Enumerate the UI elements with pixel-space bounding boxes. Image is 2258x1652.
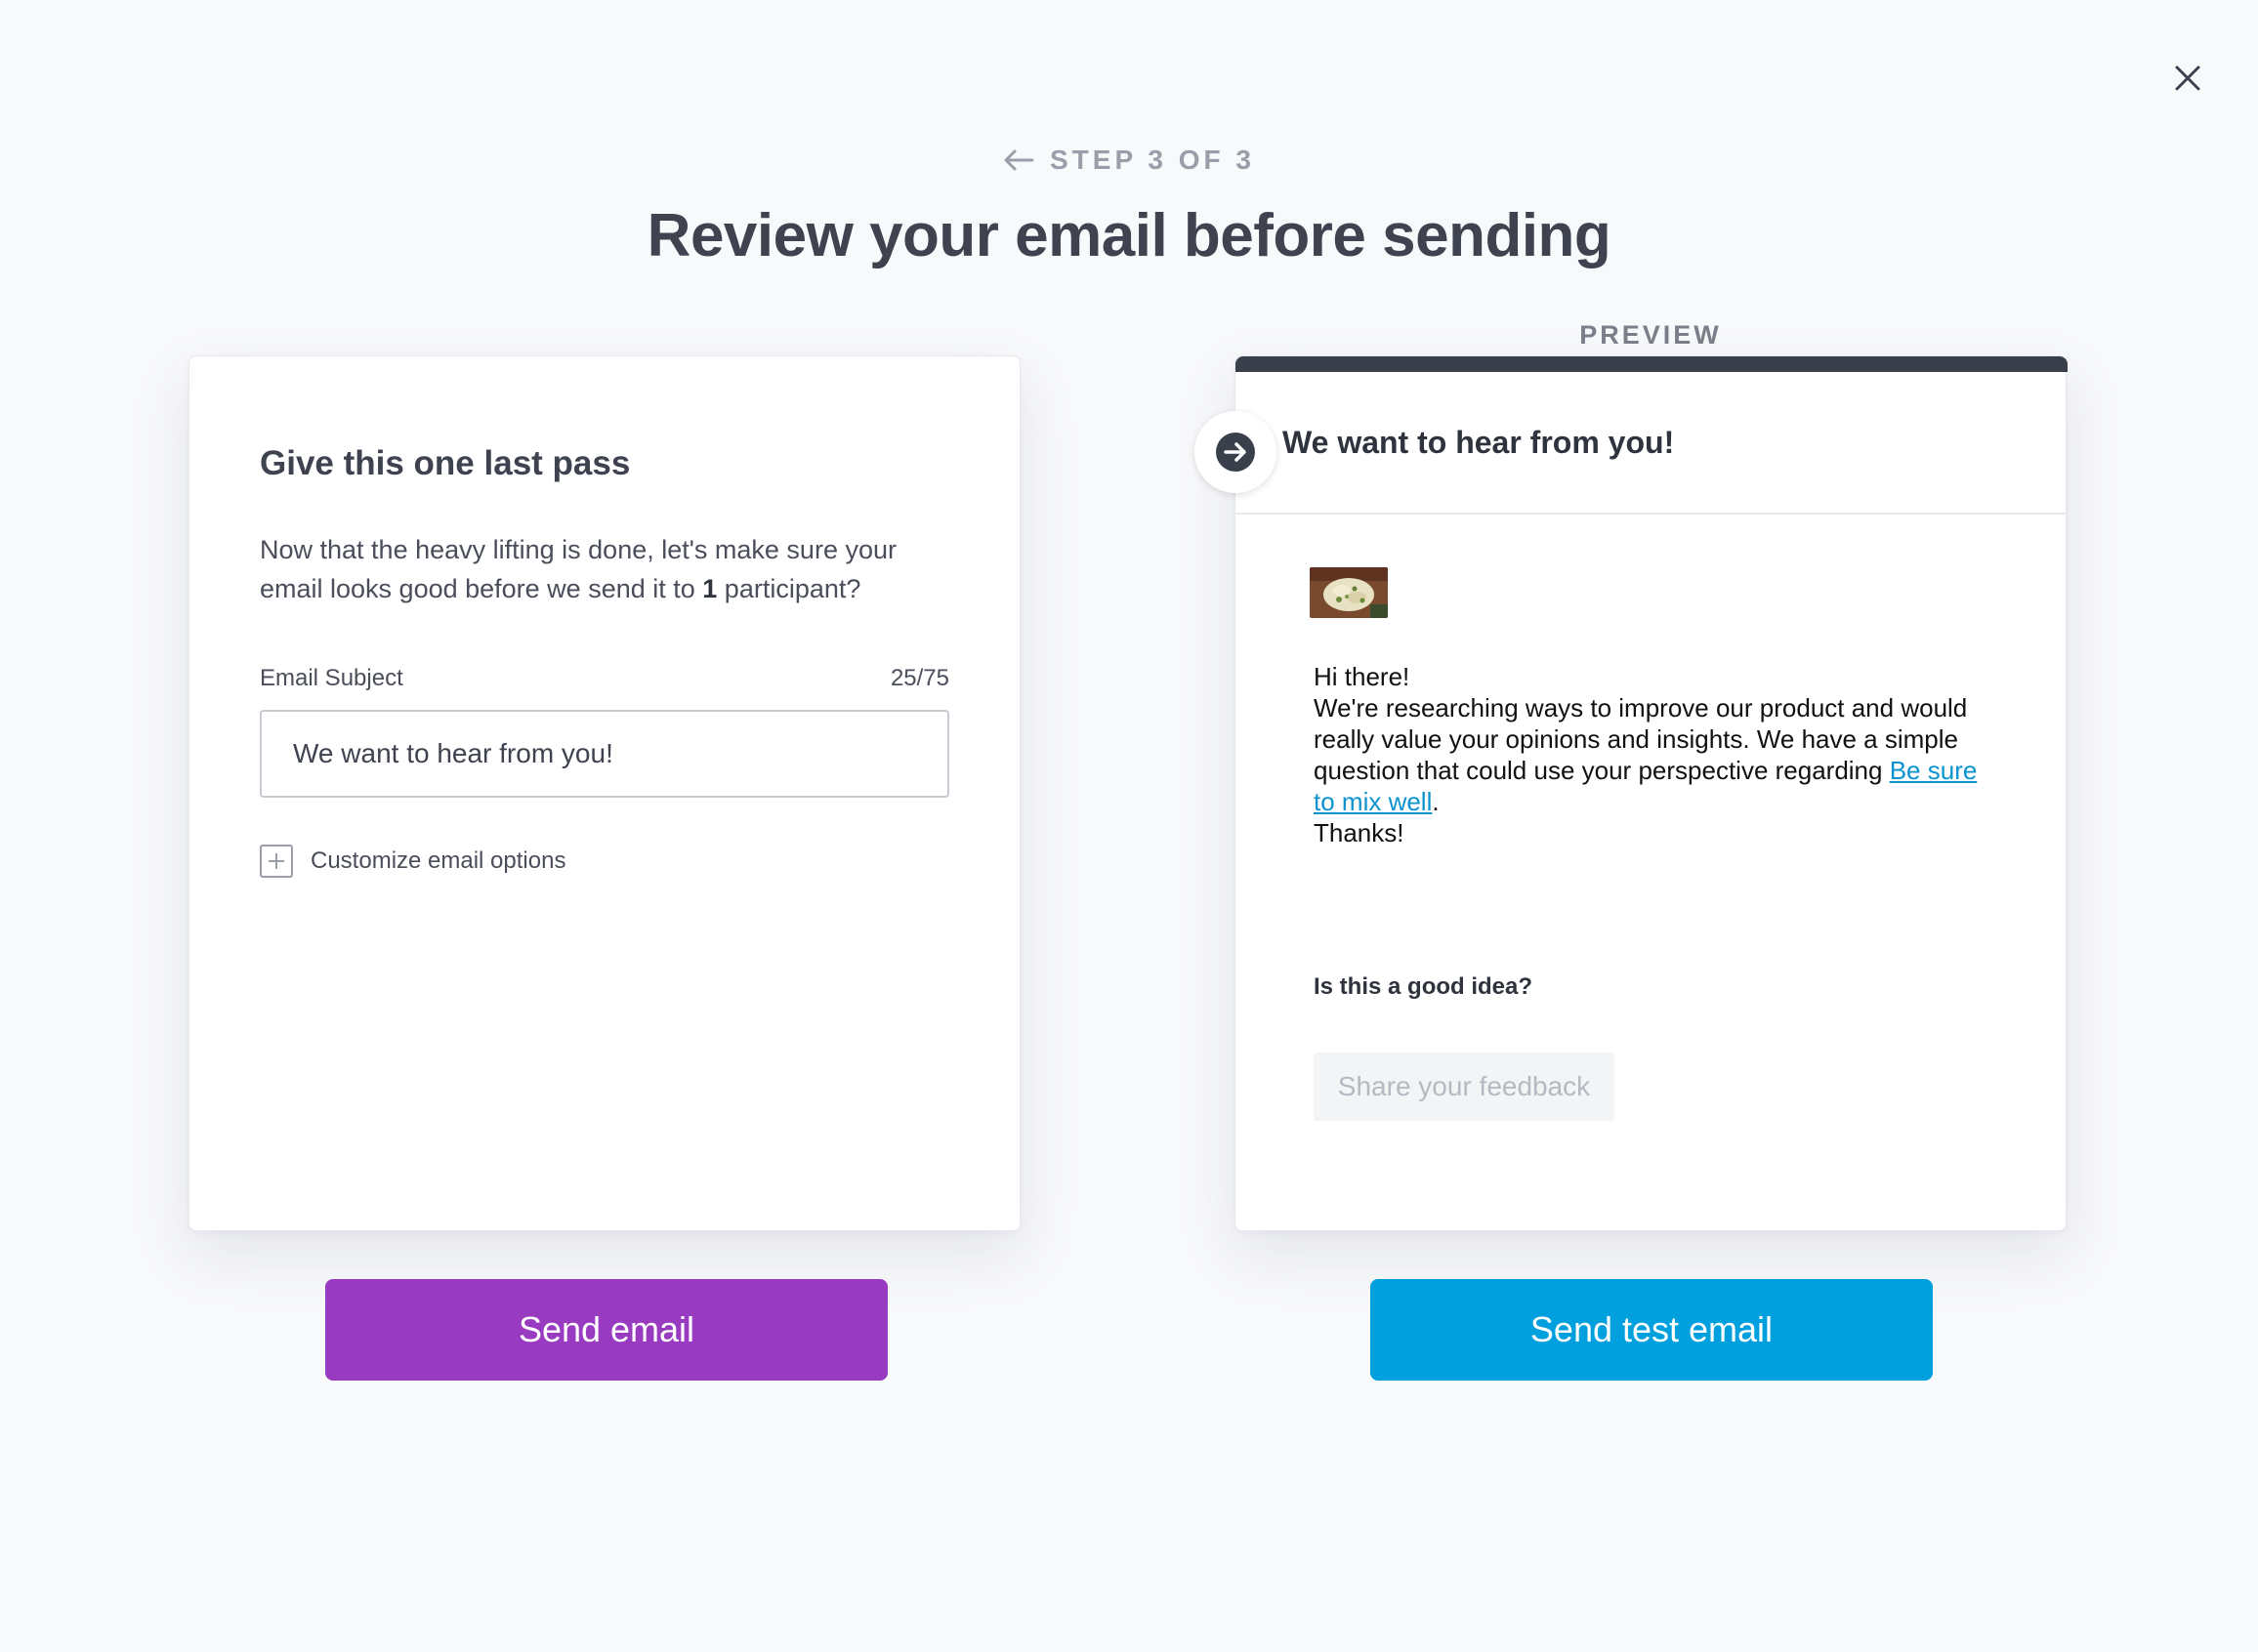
preview-subject: We want to hear from you!	[1282, 425, 1675, 460]
send-email-button[interactable]: Send email	[325, 1279, 888, 1381]
close-icon	[2175, 65, 2200, 91]
email-body: Hi there! We're researching ways to impr…	[1314, 661, 1997, 848]
arrow-left-icon	[1004, 149, 1034, 171]
back-button[interactable]	[1003, 148, 1034, 172]
preview-subject-row: We want to hear from you!	[1194, 372, 2068, 515]
editor-heading: Give this one last pass	[260, 444, 631, 482]
subject-badge	[1194, 411, 1276, 493]
preview-label: PREVIEW	[1579, 320, 1722, 350]
character-count: 25/75	[890, 665, 949, 691]
body-text-end: .	[1432, 787, 1440, 816]
share-feedback-button[interactable]: Share your feedback	[1314, 1053, 1614, 1121]
body-paragraph: We're researching ways to improve our pr…	[1314, 692, 1997, 817]
review-email-page: STEP 3 OF 3 Review your email before sen…	[0, 0, 2258, 1652]
email-subject-input[interactable]	[260, 710, 949, 798]
question-text: Is this a good idea?	[1314, 973, 1533, 1000]
step-indicator: STEP 3 OF 3	[0, 145, 2258, 176]
participant-count: 1	[702, 574, 718, 603]
plus-icon	[260, 845, 293, 878]
email-editor-card: Give this one last pass Now that the hea…	[188, 355, 1021, 1231]
customize-options-toggle[interactable]: Customize email options	[260, 845, 565, 878]
page-title: Review your email before sending	[647, 202, 1611, 269]
editor-description: Now that the heavy lifting is done, let'…	[260, 530, 963, 608]
body-text: We're researching ways to improve our pr…	[1314, 693, 1968, 785]
sign-off: Thanks!	[1314, 818, 1404, 847]
preview-top-bar	[1235, 356, 2068, 372]
arrow-right-circle-icon	[1216, 433, 1255, 472]
step-label: STEP 3 OF 3	[1050, 145, 1255, 175]
greeting: Hi there!	[1314, 662, 1410, 691]
close-button[interactable]	[2168, 59, 2207, 98]
customize-options-label: Customize email options	[311, 847, 566, 874]
send-test-email-button[interactable]: Send test email	[1370, 1279, 1933, 1381]
email-preview-card: We want to hear from you! Hi there! We'r…	[1194, 355, 2068, 1231]
description-text-end: participant?	[717, 574, 861, 603]
email-subject-label: Email Subject	[260, 665, 403, 691]
food-image-thumbnail	[1310, 567, 1388, 618]
